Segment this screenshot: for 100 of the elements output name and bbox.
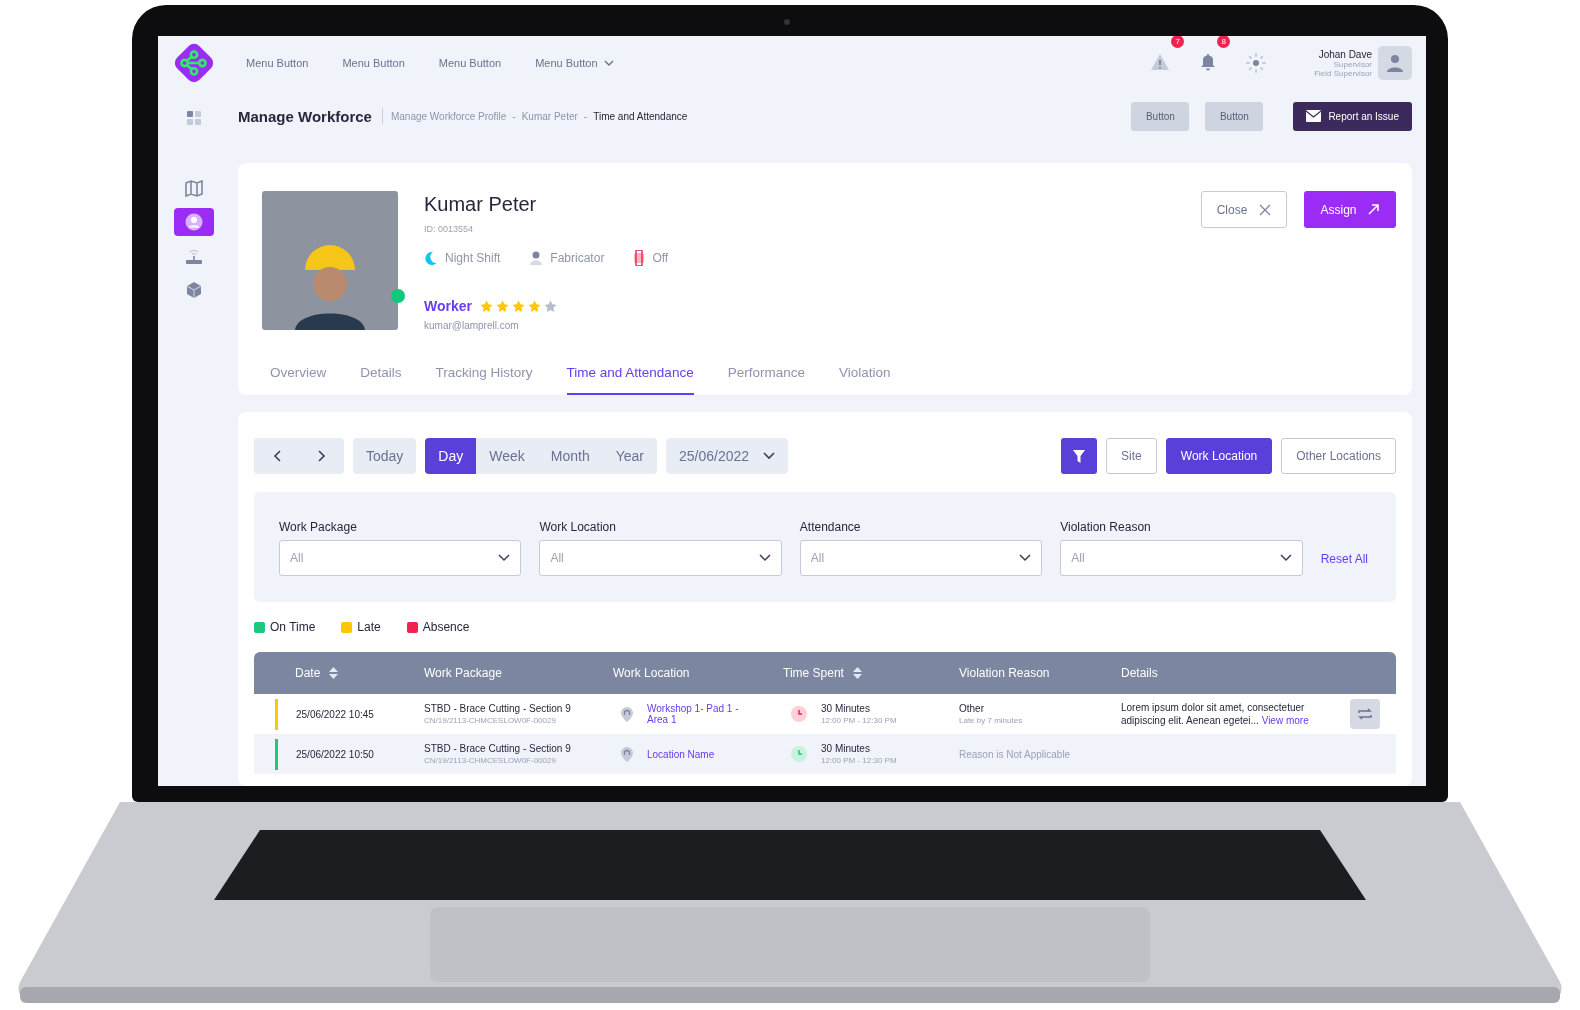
location-link[interactable]: Location Name [647, 748, 747, 760]
avatar[interactable] [1378, 46, 1412, 80]
close-icon [1259, 203, 1272, 216]
chevron-left-icon [272, 450, 281, 462]
work-package-text: STBD - Brace Cutting - Section 9 [424, 703, 571, 714]
star-icon [480, 299, 493, 313]
chevron-down-icon [603, 60, 614, 66]
warning-icon [1150, 53, 1171, 71]
filter-button[interactable] [1061, 438, 1098, 474]
user-role: Supervisor [1333, 59, 1372, 69]
period-tab[interactable]: Day [425, 438, 477, 474]
chevron-right-icon [317, 450, 326, 462]
tab[interactable]: Time and Attendance [566, 361, 694, 395]
tab[interactable]: Tracking History [435, 361, 533, 395]
page-title: Manage Workforce [238, 107, 372, 125]
report-issue-button[interactable]: Report an Issue [1293, 101, 1412, 131]
map-icon [185, 179, 203, 197]
location-scope-button[interactable]: Other Locations [1281, 438, 1396, 474]
tab[interactable]: Performance [727, 361, 805, 395]
sidebar-item[interactable] [174, 208, 214, 236]
sort-icon[interactable] [329, 667, 339, 679]
location-pin-icon [621, 706, 633, 722]
date-cell: 25/06/2022 10:50 [296, 748, 374, 760]
attribute-text: Off [652, 251, 669, 265]
user-name: Johan Dave [1318, 48, 1372, 60]
breadcrumb-link[interactable]: Kumar Peter [521, 110, 578, 122]
close-button[interactable]: Close [1201, 191, 1287, 228]
dropdown-field[interactable]: All [799, 540, 1043, 576]
person-name: Kumar Peter [424, 193, 538, 216]
count-badge: 8 [1217, 36, 1231, 48]
reason-note: Late by 7 minutes [959, 716, 1023, 725]
secondary-button[interactable]: Button [1205, 101, 1264, 131]
breadcrumb-separator: - [583, 110, 588, 122]
person-id: ID: 0013554 [424, 224, 475, 234]
legend-label: Late [357, 620, 381, 634]
bell-icon [1200, 53, 1217, 71]
person-icon [530, 251, 543, 265]
watch-icon [634, 250, 645, 266]
field-label: Violation Reason [1060, 520, 1152, 534]
swap-icon [1356, 708, 1373, 720]
router-icon [185, 247, 203, 265]
menu-button[interactable]: Menu Button [236, 57, 319, 69]
period-tab[interactable]: Year [602, 438, 658, 474]
filter-icon [1073, 449, 1086, 463]
sort-icon[interactable] [852, 667, 862, 679]
cube-icon [186, 281, 202, 299]
column-header: Date [295, 666, 321, 680]
date-picker[interactable]: 25/06/2022 [666, 438, 789, 474]
apps-icon [187, 111, 201, 125]
menu-button[interactable]: Menu Button [428, 57, 512, 69]
tab[interactable]: Violation [838, 361, 891, 395]
menu-button[interactable]: Menu Button [332, 57, 415, 69]
reset-all-link[interactable]: Reset All [1320, 552, 1368, 576]
assign-button[interactable]: Assign [1304, 191, 1396, 228]
period-tab[interactable]: Week [476, 438, 538, 474]
time-range: 12:00 PM - 12:30 PM [821, 756, 897, 765]
breadcrumb-link[interactable]: Manage Workforce Profile [390, 110, 507, 122]
secondary-button[interactable]: Button [1131, 101, 1190, 131]
violation-reason: Reason is Not Applicable [959, 748, 1071, 760]
column-header: Work Package [424, 666, 502, 680]
location-link[interactable]: Workshop 1- Pad 1 - Area 1 [647, 703, 747, 725]
field-label: Work Location [539, 520, 617, 534]
details-text: Lorem ipsum dolor sit amet, consectetuer adipiscing elit. Aenean egetei... View more [1121, 700, 1310, 728]
arrow-up-right-icon [1366, 203, 1380, 216]
period-tab[interactable]: Month [537, 438, 603, 474]
tab[interactable]: Details [360, 361, 402, 395]
menu-button[interactable]: Menu Button [525, 57, 624, 69]
column-header: Violation Reason [959, 666, 1050, 680]
user-subrole: Field Supervisor [1314, 68, 1372, 78]
dropdown-field[interactable]: All [1060, 540, 1303, 576]
user-silhouette-icon [1387, 54, 1403, 72]
today-button[interactable]: Today [353, 438, 417, 474]
field-label: Attendance [799, 520, 862, 534]
chevron-down-icon [1019, 554, 1032, 562]
view-more-link[interactable]: View more [1261, 715, 1309, 726]
dropdown-field[interactable]: All [279, 540, 522, 576]
swap-button[interactable] [1349, 699, 1380, 729]
breadcrumb-link[interactable]: Time and Attendance [593, 110, 688, 122]
time-spent: 30 Minutes [821, 703, 870, 714]
column-header: Details [1121, 666, 1158, 680]
location-pin-icon [621, 746, 633, 762]
chevron-down-icon [1279, 554, 1292, 562]
package-code: CN/19/2113-CHMCESLOW0F-00029 [424, 716, 556, 725]
time-range: 12:00 PM - 12:30 PM [821, 716, 897, 725]
count-badge: 7 [1171, 36, 1185, 48]
star-icon [496, 299, 509, 313]
location-scope-button[interactable]: Site [1106, 438, 1157, 474]
dropdown-field[interactable]: All [539, 540, 782, 576]
column-header: Time Spent [783, 666, 844, 680]
date-cell: 25/06/2022 10:45 [296, 708, 374, 720]
violation-reason: Other [959, 703, 984, 714]
star-icon [512, 299, 525, 313]
package-code: CN/19/2113-CHMCESLOW0F-00029 [424, 756, 556, 765]
work-package-text: STBD - Brace Cutting - Section 9 [424, 743, 571, 754]
legend-label: On Time [270, 620, 316, 634]
time-spent: 30 Minutes [821, 743, 870, 754]
tab[interactable]: Overview [270, 361, 327, 395]
chevron-down-icon [763, 452, 776, 460]
location-scope-button[interactable]: Work Location [1165, 438, 1273, 474]
sun-icon [1246, 53, 1267, 73]
